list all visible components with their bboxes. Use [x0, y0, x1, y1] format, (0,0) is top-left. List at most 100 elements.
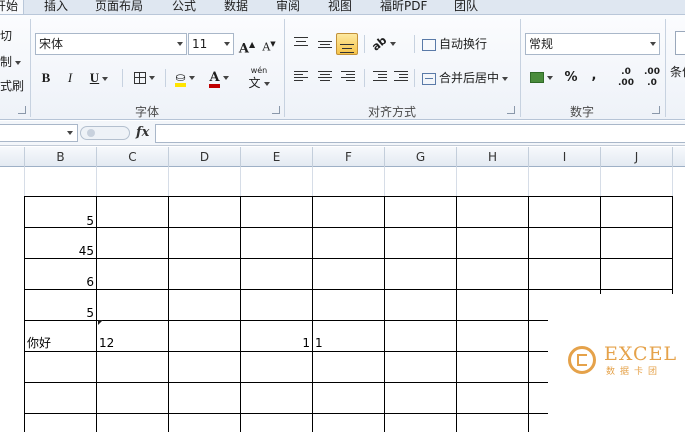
comma-style-button[interactable]: , — [587, 65, 601, 87]
chevron-down-icon — [15, 60, 22, 65]
insert-function-icon[interactable]: fx — [136, 125, 149, 140]
orientation-button[interactable]: ab — [369, 33, 398, 55]
align-center-icon[interactable] — [318, 71, 332, 83]
cell-border — [24, 258, 673, 259]
cut-button[interactable]: 切 — [0, 27, 12, 44]
column-header-F[interactable]: F — [313, 147, 385, 167]
separator — [364, 69, 365, 87]
shrink-font-button[interactable]: A▼ — [260, 33, 278, 55]
column-header-E[interactable]: E — [241, 147, 313, 167]
accounting-format-button[interactable] — [527, 67, 555, 89]
conditional-formatting-icon[interactable] — [675, 31, 685, 55]
column-header-A[interactable] — [0, 147, 25, 167]
font-size-select[interactable]: 11 — [188, 33, 234, 55]
tab-foxit-pdf[interactable]: 福昕PDF — [380, 0, 427, 14]
gridline — [24, 167, 25, 197]
cell-border — [528, 196, 529, 432]
copy-label: 制 — [0, 55, 13, 69]
merge-center-button[interactable]: 合并后居中 — [422, 67, 518, 89]
align-middle-icon[interactable] — [318, 41, 332, 53]
formula-bar-splitter[interactable] — [80, 126, 130, 140]
column-header-D[interactable]: D — [169, 147, 241, 167]
cell-border — [312, 196, 313, 432]
tab-formulas[interactable]: 公式 — [172, 0, 196, 14]
name-box[interactable] — [0, 124, 78, 142]
fill-color-button[interactable]: ⛀ — [170, 67, 200, 89]
cell-B4[interactable]: 5 — [25, 306, 96, 320]
column-header-J[interactable]: J — [601, 147, 673, 167]
align-bottom-button[interactable] — [336, 33, 358, 55]
font-name-select[interactable]: 宋体 — [35, 33, 187, 55]
cell-F5[interactable]: 1 — [313, 336, 384, 350]
font-launcher-icon[interactable] — [272, 106, 280, 114]
separator — [165, 69, 166, 87]
cell-B3[interactable]: 6 — [25, 275, 96, 289]
column-header-G[interactable]: G — [385, 147, 457, 167]
format-painter-button[interactable]: 式刷 — [0, 77, 24, 94]
number-launcher-icon[interactable] — [652, 106, 660, 114]
increase-indent-icon[interactable] — [394, 71, 408, 83]
splitter-handle — [87, 129, 95, 137]
phonetic-guide-button[interactable]: wén 文 — [244, 65, 274, 89]
tab-view[interactable]: 视图 — [328, 0, 352, 14]
column-header-H[interactable]: H — [457, 147, 529, 167]
formula-bar: fx — [0, 121, 685, 146]
wrap-text-button[interactable]: 自动换行 — [422, 33, 498, 55]
separator — [414, 35, 415, 53]
font-color-button[interactable]: A — [204, 67, 234, 89]
tab-data[interactable]: 数据 — [224, 0, 248, 14]
paint-bucket-icon: ⛀ — [175, 71, 186, 87]
gridline — [240, 167, 241, 197]
cell-border — [240, 196, 241, 432]
number-format-select[interactable]: 常规 — [525, 33, 660, 55]
watermark-subtitle: 数据卡团 — [606, 367, 663, 377]
tab-insert[interactable]: 插入 — [44, 0, 68, 14]
column-header-B[interactable]: B — [25, 147, 97, 167]
font-size-value: 11 — [192, 37, 208, 51]
copy-button[interactable]: 制 — [0, 53, 22, 70]
borders-icon — [133, 71, 146, 84]
tab-team[interactable]: 团队 — [454, 0, 478, 14]
increase-decimal-button[interactable]: .0.00 — [615, 67, 637, 89]
group-separator — [284, 19, 285, 117]
bold-button[interactable]: B — [38, 67, 54, 89]
error-indicator-icon[interactable] — [98, 320, 103, 325]
italic-button[interactable]: I — [62, 67, 78, 89]
decrease-decimal-button[interactable]: .00.0 — [641, 67, 663, 89]
decrease-decimal-label-2: .0 — [647, 78, 657, 88]
tab-home[interactable]: 开始 — [0, 0, 24, 14]
cell-border — [168, 196, 169, 432]
underline-button[interactable]: U — [84, 67, 114, 89]
cell-C5[interactable]: 12 — [97, 336, 168, 350]
cell-border — [24, 227, 673, 228]
grow-font-button[interactable]: A▲ — [238, 33, 256, 56]
chevron-down-icon — [67, 131, 73, 135]
align-top-icon[interactable] — [294, 37, 308, 49]
alignment-launcher-icon[interactable] — [507, 106, 515, 114]
formula-input[interactable] — [155, 124, 685, 143]
gridline — [384, 167, 385, 197]
tab-review[interactable]: 审阅 — [276, 0, 300, 14]
cell-B5[interactable]: 你好 — [25, 336, 96, 350]
borders-button[interactable] — [128, 67, 160, 89]
chevron-down-icon — [224, 42, 230, 46]
align-left-icon[interactable] — [294, 71, 308, 83]
gridline — [528, 167, 529, 197]
chevron-down-icon — [177, 42, 183, 46]
align-right-icon[interactable] — [341, 71, 355, 83]
font-group-label: 字体 — [135, 105, 160, 119]
clipboard-launcher-icon[interactable] — [18, 106, 26, 114]
chevron-down-icon — [102, 77, 109, 82]
cell-B2[interactable]: 45 — [25, 244, 96, 258]
cell-E5[interactable]: 1 — [241, 336, 312, 350]
cell-B1[interactable]: 5 — [25, 214, 96, 228]
separator — [122, 69, 123, 87]
tab-page-layout[interactable]: 页面布局 — [95, 0, 143, 14]
column-header-I[interactable]: I — [529, 147, 601, 167]
conditional-formatting-button[interactable]: 条件 — [670, 63, 685, 80]
number-group-label: 数字 — [570, 105, 595, 119]
column-header-C[interactable]: C — [97, 147, 169, 167]
decrease-indent-icon[interactable] — [373, 71, 387, 83]
percent-style-button[interactable]: % — [562, 67, 580, 89]
cell-border — [456, 196, 457, 432]
